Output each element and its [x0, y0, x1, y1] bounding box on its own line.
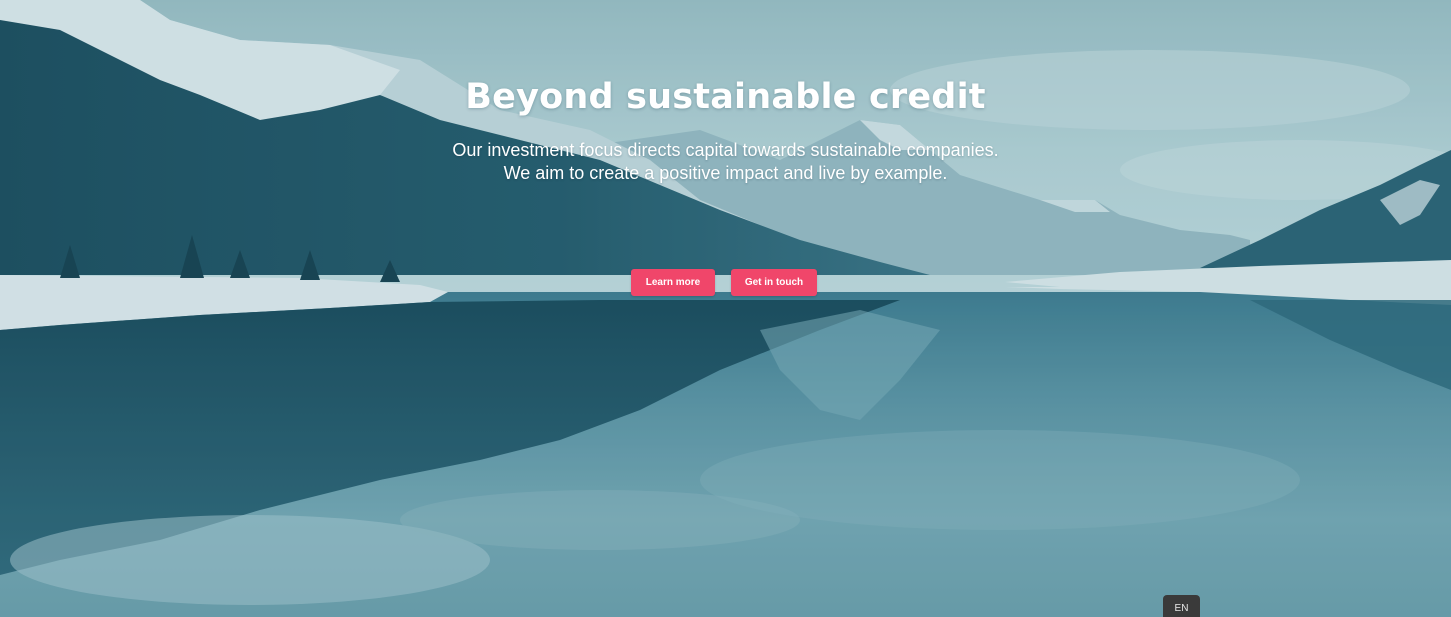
get-in-touch-button[interactable]: Get in touch [731, 269, 817, 296]
hero-subtitle-line-2: We aim to create a positive impact and l… [503, 163, 948, 183]
learn-more-button[interactable]: Learn more [631, 269, 715, 296]
hero-subtitle: Our investment focus directs capital tow… [0, 139, 1451, 185]
hero-subtitle-line-1: Our investment focus directs capital tow… [452, 140, 999, 160]
hero-title: Beyond sustainable credit [465, 77, 986, 117]
language-switcher[interactable]: EN [1163, 595, 1200, 617]
hero-section: Beyond sustainable credit Our investment… [0, 0, 1451, 617]
